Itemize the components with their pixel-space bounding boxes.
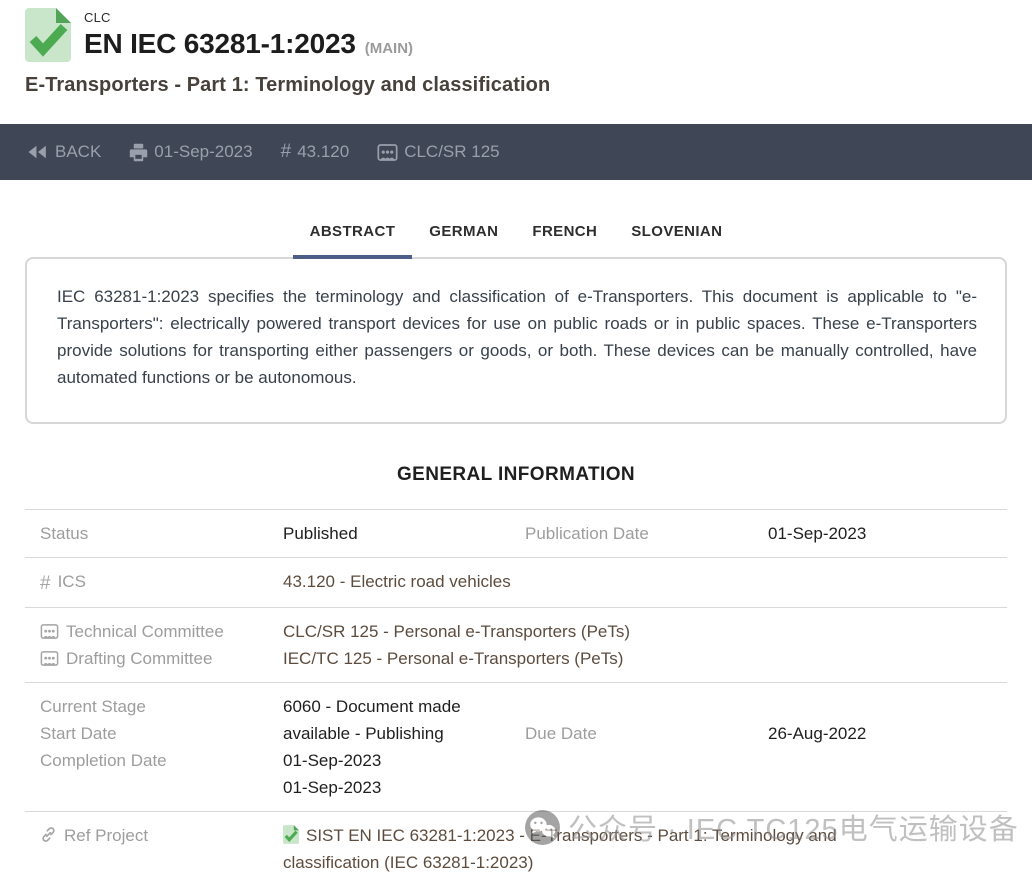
toolbar-ics: # 43.120	[281, 141, 350, 163]
toolbar-committee-label: CLC/SR 125	[404, 142, 499, 162]
back-button[interactable]: BACK	[27, 142, 101, 162]
current-stage-value: 6060 - Document made available - Publish…	[283, 693, 525, 747]
language-tabs: ABSTRACT GERMAN FRENCH SLOVENIAN	[0, 180, 1032, 259]
due-date-label: Due Date	[525, 720, 768, 747]
current-stage-label: Current Stage	[40, 693, 283, 720]
publication-date-value: 01-Sep-2023	[768, 520, 1007, 547]
toolbar: BACK 01-Sep-2023 # 43.120 CLC/SR 125	[0, 124, 1032, 180]
tab-german[interactable]: GERMAN	[412, 211, 515, 259]
back-label: BACK	[55, 142, 101, 162]
page-title: EN IEC 63281-1:2023	[84, 28, 356, 60]
ics-link[interactable]: 43.120 - Electric road vehicles	[283, 568, 1007, 595]
hash-icon: #	[40, 573, 51, 594]
toolbar-committee: CLC/SR 125	[377, 142, 499, 162]
toolbar-date-label: 01-Sep-2023	[154, 142, 252, 162]
document-check-icon	[25, 8, 71, 62]
publication-date-label: Publication Date	[525, 520, 768, 547]
technical-committee-label: Technical Committee	[66, 622, 224, 641]
ref-project-label: Ref Project	[64, 826, 148, 845]
printer-icon	[129, 143, 148, 162]
people-group-icon	[377, 144, 398, 161]
table-row-committees: Technical Committee Drafting Committee C…	[25, 607, 1007, 682]
abstract-panel: IEC 63281-1:2023 specifies the terminolo…	[25, 257, 1007, 424]
table-row-status: Status Published Publication Date 01-Sep…	[25, 509, 1007, 557]
completion-date-label: Completion Date	[40, 747, 283, 774]
people-group-icon	[40, 624, 59, 639]
toolbar-ics-label: 43.120	[297, 142, 349, 162]
due-date-value: 26-Aug-2022	[768, 720, 1007, 747]
toolbar-publication-date: 01-Sep-2023	[129, 142, 252, 162]
ics-label: ICS	[58, 572, 86, 591]
status-label: Status	[40, 520, 283, 547]
start-date-label: Start Date	[40, 720, 283, 747]
document-check-icon	[283, 825, 299, 844]
table-row-stage: Current Stage Start Date Completion Date…	[25, 682, 1007, 811]
technical-committee-link[interactable]: CLC/SR 125 - Personal e-Transporters (Pe…	[283, 618, 1007, 645]
abstract-text: IEC 63281-1:2023 specifies the terminolo…	[57, 287, 977, 387]
hash-icon: #	[281, 141, 292, 163]
ref-project-link[interactable]: SIST EN IEC 63281-1:2023 - E-Transporter…	[283, 822, 908, 872]
organization-label: CLC	[84, 10, 413, 26]
rewind-back-icon	[27, 144, 49, 160]
drafting-committee-link[interactable]: IEC/TC 125 - Personal e-Transporters (Pe…	[283, 645, 1007, 672]
table-row-ref-project: Ref Project SIST EN IEC 63281-1:2023 - E…	[25, 811, 1007, 872]
drafting-committee-label: Drafting Committee	[66, 649, 212, 668]
main-badge: (MAIN)	[365, 40, 413, 57]
page-header: CLC EN IEC 63281-1:2023 (MAIN) E-Transpo…	[0, 0, 1032, 124]
tab-french[interactable]: FRENCH	[515, 211, 614, 259]
start-date-value: 01-Sep-2023	[283, 747, 525, 774]
people-group-icon	[40, 651, 59, 666]
tab-abstract[interactable]: ABSTRACT	[293, 211, 413, 259]
link-icon	[40, 826, 57, 843]
general-information-table: Status Published Publication Date 01-Sep…	[25, 509, 1007, 872]
tab-slovenian[interactable]: SLOVENIAN	[614, 211, 739, 259]
general-information-heading: GENERAL INFORMATION	[0, 464, 1032, 486]
document-subtitle: E-Transporters - Part 1: Terminology and…	[25, 74, 1007, 97]
table-row-ics: # ICS 43.120 - Electric road vehicles	[25, 557, 1007, 607]
status-value: Published	[283, 520, 525, 547]
completion-date-value: 01-Sep-2023	[283, 774, 525, 801]
ref-project-text: SIST EN IEC 63281-1:2023 - E-Transporter…	[283, 826, 837, 872]
